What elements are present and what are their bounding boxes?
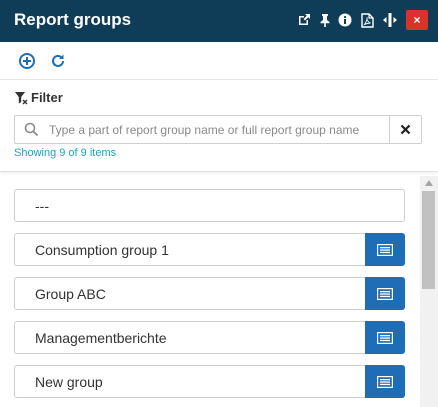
report-list-button[interactable] — [365, 233, 405, 266]
item-count-status: Showing 9 of 9 items — [14, 147, 117, 159]
list-icon — [377, 375, 393, 388]
clear-filter-button[interactable] — [389, 115, 422, 144]
filter-panel: Filter Showing 9 of 9 items — [0, 80, 438, 172]
search-icon — [24, 122, 39, 142]
list-icon — [377, 287, 393, 300]
toolbar — [0, 42, 438, 80]
list-item: --- — [14, 189, 405, 222]
list-icon — [377, 331, 393, 344]
search-box — [14, 115, 390, 144]
filter-icon — [15, 91, 28, 104]
report-group-field[interactable]: Consumption group 1 — [14, 233, 366, 266]
close-icon[interactable]: × — [406, 10, 428, 30]
report-group-list: --- Consumption group 1 Group ABC Manage… — [0, 176, 420, 407]
list-item: Managementberichte — [14, 321, 405, 354]
filter-label: Filter — [31, 90, 63, 105]
report-group-field[interactable]: Managementberichte — [14, 321, 366, 354]
scroll-up-arrow-icon[interactable] — [424, 178, 434, 188]
filter-heading: Filter — [14, 90, 63, 105]
search-input[interactable] — [49, 120, 385, 139]
report-group-field[interactable]: New group — [14, 365, 366, 398]
report-group-field[interactable]: Group ABC — [14, 277, 366, 310]
pin-icon[interactable] — [317, 11, 333, 29]
popout-icon[interactable] — [296, 11, 312, 29]
list-item: New group — [14, 365, 405, 398]
window-titlebar: Report groups × — [0, 0, 438, 42]
scroll-thumb[interactable] — [422, 191, 435, 289]
info-icon[interactable] — [337, 11, 353, 29]
pdf-icon[interactable] — [359, 11, 375, 29]
list-item: Group ABC — [14, 277, 405, 310]
plus-circle-icon[interactable] — [18, 52, 36, 70]
list-item: Consumption group 1 — [14, 233, 405, 266]
report-list-button[interactable] — [365, 321, 405, 354]
list-icon — [377, 243, 393, 256]
report-group-field[interactable]: --- — [14, 189, 405, 222]
close-icon — [400, 124, 411, 135]
refresh-icon[interactable] — [49, 52, 67, 70]
report-list-button[interactable] — [365, 365, 405, 398]
report-list-button[interactable] — [365, 277, 405, 310]
window-title: Report groups — [14, 10, 132, 29]
resize-icon[interactable] — [382, 11, 398, 29]
list-scrollbar[interactable] — [420, 176, 438, 407]
